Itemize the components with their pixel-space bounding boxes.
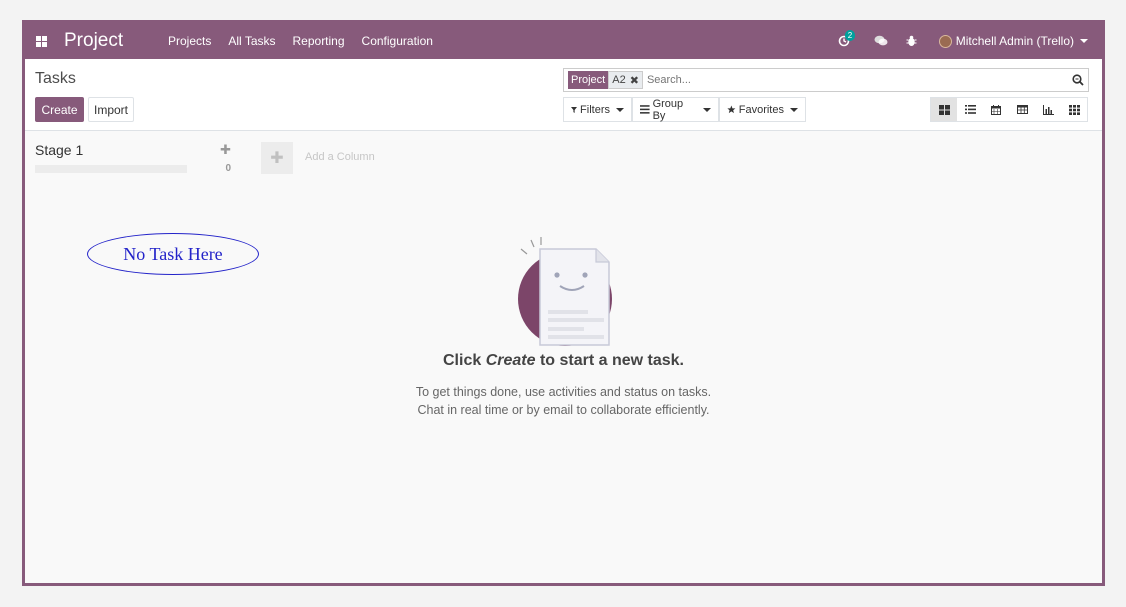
column-title[interactable]: Stage 1 [35, 142, 237, 158]
helper-line-2: Chat in real time or by email to collabo… [417, 403, 710, 417]
list-bars-icon [640, 105, 650, 114]
facet-label: Project [568, 71, 609, 89]
navbar-systray: 2 Mitchell Admin (Trello) [820, 30, 1088, 48]
menu-item-all-tasks[interactable]: All Tasks [228, 34, 275, 48]
groupby-label: Group By [652, 97, 684, 122]
activity-icon[interactable]: 2 [838, 30, 856, 47]
kanban-icon [938, 104, 950, 115]
graph-view-button[interactable] [1035, 98, 1061, 121]
annotation-text: No Task Here [123, 243, 223, 264]
user-menu[interactable]: Mitchell Admin (Trello) [938, 34, 1088, 48]
filters-dropdown[interactable]: Filters [563, 97, 632, 122]
favorites-dropdown[interactable]: Favorites [719, 97, 806, 122]
search-icon[interactable] [1068, 74, 1088, 86]
grid-icon [1068, 104, 1080, 115]
avatar [938, 34, 952, 48]
app-brand[interactable]: Project [64, 30, 156, 52]
star-icon [727, 105, 736, 114]
menu-item-configuration[interactable]: Configuration [362, 34, 433, 48]
create-button[interactable]: Create [35, 97, 84, 122]
filters-label: Filters [580, 103, 610, 116]
calendar-icon [991, 104, 1001, 115]
filter-icon [571, 106, 578, 113]
activity-view-button[interactable] [1061, 98, 1087, 121]
app-frame: Project Projects All Tasks Reporting Con… [22, 20, 1105, 586]
apps-menu-icon[interactable] [30, 35, 52, 47]
control-panel: Tasks Create Import Project A2 ✖ Filters… [25, 59, 1102, 131]
activity-count-badge: 2 [844, 30, 856, 41]
list-view-button[interactable] [957, 98, 983, 121]
kanban-view-button[interactable] [931, 98, 957, 121]
facet-value: A2 ✖ [608, 71, 643, 89]
search-bar: Project A2 ✖ [563, 68, 1089, 92]
top-navbar: Project Projects All Tasks Reporting Con… [25, 23, 1102, 59]
view-switcher [930, 97, 1088, 122]
facet-value-text: A2 [612, 74, 626, 86]
caret-down-icon [616, 107, 624, 112]
helper-title: Click Create to start a new task. [25, 352, 1102, 370]
smiley-document-illustration [518, 237, 612, 346]
helper-title-emphasis: Create [485, 352, 536, 369]
caret-down-icon [790, 107, 798, 112]
search-input[interactable] [646, 74, 1068, 86]
chat-icon[interactable] [874, 35, 888, 47]
column-count: 0 [225, 163, 231, 174]
menu-item-reporting[interactable]: Reporting [293, 34, 345, 48]
kanban-board: Stage 1 ✚ 0 ✚ Add a Column No Task Here [25, 132, 1102, 583]
breadcrumb: Tasks [35, 70, 76, 87]
table-icon [1016, 105, 1028, 114]
remove-facet-icon[interactable]: ✖ [630, 74, 639, 87]
favorites-label: Favorites [738, 103, 784, 116]
user-name: Mitchell Admin (Trello) [955, 34, 1074, 48]
kanban-column-header: Stage 1 ✚ 0 [35, 142, 237, 174]
caret-down-icon [703, 107, 711, 112]
add-column-link[interactable]: Add a Column [305, 151, 375, 163]
helper-line-1: To get things done, use activities and s… [415, 385, 712, 399]
list-icon [964, 105, 976, 114]
caret-down-icon [1080, 39, 1088, 43]
search-facet: Project A2 ✖ [568, 71, 643, 89]
pivot-view-button[interactable] [1009, 98, 1035, 121]
import-button[interactable]: Import [88, 97, 134, 122]
menu-item-projects[interactable]: Projects [168, 34, 211, 48]
helper-title-suffix: to start a new task. [535, 352, 684, 369]
calendar-view-button[interactable] [983, 98, 1009, 121]
column-progress-bar [35, 165, 187, 173]
helper-title-prefix: Click [443, 352, 486, 369]
groupby-dropdown[interactable]: Group By [632, 97, 719, 122]
main-menu: Projects All Tasks Reporting Configurati… [168, 34, 450, 48]
bar-chart-icon [1042, 104, 1054, 115]
annotation-ellipse: No Task Here [87, 233, 259, 275]
quick-create-plus-icon[interactable]: ✚ [220, 142, 231, 158]
add-column-plus-icon[interactable]: ✚ [261, 142, 293, 174]
debug-bug-icon[interactable] [906, 35, 917, 47]
